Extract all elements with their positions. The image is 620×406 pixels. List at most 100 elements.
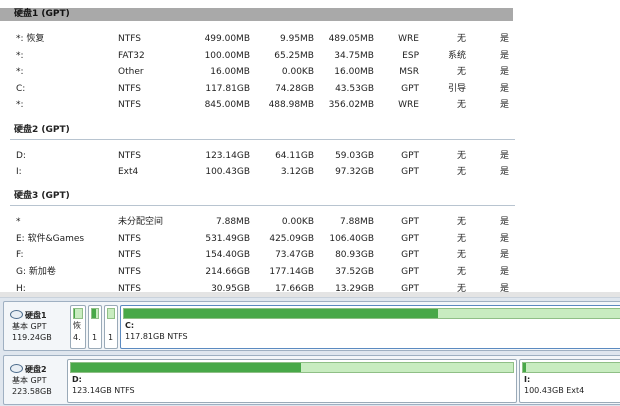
partition-block-d[interactable]: D: 123.14GB NTFS [67, 359, 517, 403]
capacity: 845.00MB [185, 97, 250, 113]
hidden-flag: 是 [500, 164, 509, 180]
table-row[interactable]: D: NTFS 123.14GB 64.11GB 59.03GB GPT 无 是 [0, 148, 620, 164]
partition-size: 123.14GB NTFS [72, 385, 135, 396]
free-space: 106.40GB [314, 231, 374, 247]
partition-name: C: [16, 81, 25, 97]
status: 无 [420, 31, 466, 47]
partition-block-msr[interactable]: 1 [104, 305, 118, 349]
table-row[interactable]: C: NTFS 117.81GB 74.28GB 43.53GB GPT 引导 … [0, 81, 620, 97]
partition-block-i[interactable]: I: 100.43GB Ext4 [519, 359, 620, 403]
table-row[interactable]: G: 新加卷 NTFS 214.66GB 177.14GB 37.52GB GP… [0, 264, 620, 280]
hidden-flag: 是 [500, 247, 509, 263]
disk-name: 硬盘2 [25, 365, 47, 374]
used-space: 0.00KB [250, 214, 314, 230]
partition-id: GPT [374, 214, 419, 230]
disk-map-disk2[interactable]: 硬盘2 基本 GPT 223.58GB D: 123.14GB NTFS I: … [3, 355, 620, 405]
capacity: 154.40GB [185, 247, 250, 263]
file-system: NTFS [118, 231, 141, 247]
partition-size: 117.81GB NTFS [125, 331, 188, 342]
capacity: 100.00MB [185, 48, 250, 64]
partition-id: GPT [374, 148, 419, 164]
partition-block-recovery[interactable]: 恢 4. [70, 305, 86, 349]
used-space: 0.00KB [250, 64, 314, 80]
disk1-header: 硬盘1 (GPT) [0, 8, 513, 21]
capacity: 7.88MB [185, 214, 250, 230]
used-space: 3.12GB [250, 164, 314, 180]
hidden-flag: 是 [500, 264, 509, 280]
partition-name: F: [16, 247, 24, 263]
disk-icon [10, 364, 23, 373]
file-system: NTFS [118, 81, 141, 97]
hidden-flag: 是 [500, 81, 509, 97]
hidden-flag: 是 [500, 214, 509, 230]
disk-size: 119.24GB [12, 332, 52, 343]
file-system: NTFS [118, 148, 141, 164]
used-space: 177.14GB [250, 264, 314, 280]
hidden-flag: 是 [500, 48, 509, 64]
partition-id: GPT [374, 231, 419, 247]
table-row[interactable]: *: Other 16.00MB 0.00KB 16.00MB MSR 无 是 [0, 64, 620, 80]
partition-block-esp[interactable]: 1 [88, 305, 102, 349]
partition-name: *: [16, 48, 24, 64]
usage-fill [124, 309, 438, 318]
status: 无 [420, 64, 466, 80]
hidden-flag: 是 [500, 97, 509, 113]
hidden-flag: 是 [500, 31, 509, 47]
usage-bar [107, 308, 115, 319]
used-space: 65.25MB [250, 48, 314, 64]
hidden-flag: 是 [500, 231, 509, 247]
table-row[interactable]: F: NTFS 154.40GB 73.47GB 80.93GB GPT 无 是 [0, 247, 620, 263]
capacity: 117.81GB [185, 81, 250, 97]
file-system: Other [118, 64, 144, 80]
partition-id: GPT [374, 247, 419, 263]
usage-fill [92, 309, 96, 318]
used-space: 73.47GB [250, 247, 314, 263]
file-system: NTFS [118, 31, 141, 47]
status: 系统 [420, 48, 466, 64]
status: 无 [420, 247, 466, 263]
free-space: 80.93GB [314, 247, 374, 263]
partition-name: * [16, 214, 21, 230]
usage-bar [91, 308, 99, 319]
partition-list: 硬盘1 (GPT) *: 恢复 NTFS 499.00MB 9.95MB 489… [0, 0, 620, 296]
capacity: 16.00MB [185, 64, 250, 80]
partition-id: WRE [374, 97, 419, 113]
partition-name: I: [16, 164, 22, 180]
divider [10, 139, 515, 140]
used-space: 74.28GB [250, 81, 314, 97]
partition-name: E: 软件&Games [16, 231, 84, 247]
partition-id: MSR [374, 64, 419, 80]
used-space: 64.11GB [250, 148, 314, 164]
capacity: 214.66GB [185, 264, 250, 280]
usage-bar [70, 362, 514, 373]
status: 无 [420, 264, 466, 280]
table-row[interactable]: E: 软件&Games NTFS 531.49GB 425.09GB 106.4… [0, 231, 620, 247]
disk-map-panel: 硬盘1 基本 GPT 119.24GB 恢 4. 1 1 C: 117.81GB… [0, 297, 620, 406]
status: 无 [420, 97, 466, 113]
table-row[interactable]: *: 恢复 NTFS 499.00MB 9.95MB 489.05MB WRE … [0, 31, 620, 47]
table-row[interactable]: *: FAT32 100.00MB 65.25MB 34.75MB ESP 系统… [0, 48, 620, 64]
disk-size: 223.58GB [12, 386, 52, 397]
free-space: 37.52GB [314, 264, 374, 280]
partition-id: GPT [374, 264, 419, 280]
disk-map-disk1[interactable]: 硬盘1 基本 GPT 119.24GB 恢 4. 1 1 C: 117.81GB… [3, 301, 620, 351]
partition-name: *: [16, 64, 24, 80]
partition-size: 1 [92, 332, 97, 343]
table-row[interactable]: I: Ext4 100.43GB 3.12GB 97.32GB GPT 无 是 [0, 164, 620, 180]
hidden-flag: 是 [500, 64, 509, 80]
partition-block-c[interactable]: C: 117.81GB NTFS [120, 305, 620, 349]
partition-label: D: [72, 374, 82, 385]
partition-id: WRE [374, 31, 419, 47]
table-row[interactable]: *: NTFS 845.00MB 488.98MB 356.02MB WRE 无… [0, 97, 620, 113]
file-system: NTFS [118, 264, 141, 280]
partition-size: 100.43GB Ext4 [524, 385, 584, 396]
usage-bar [73, 308, 83, 319]
table-row[interactable]: * 未分配空间 7.88MB 0.00KB 7.88MB GPT 无 是 [0, 214, 620, 230]
partition-id: ESP [374, 48, 419, 64]
disk2-header: 硬盘2 (GPT) [0, 124, 70, 137]
file-system: 未分配空间 [118, 214, 163, 230]
status: 无 [420, 164, 466, 180]
usage-fill [71, 363, 301, 372]
capacity: 499.00MB [185, 31, 250, 47]
disk3-header: 硬盘3 (GPT) [0, 190, 70, 203]
